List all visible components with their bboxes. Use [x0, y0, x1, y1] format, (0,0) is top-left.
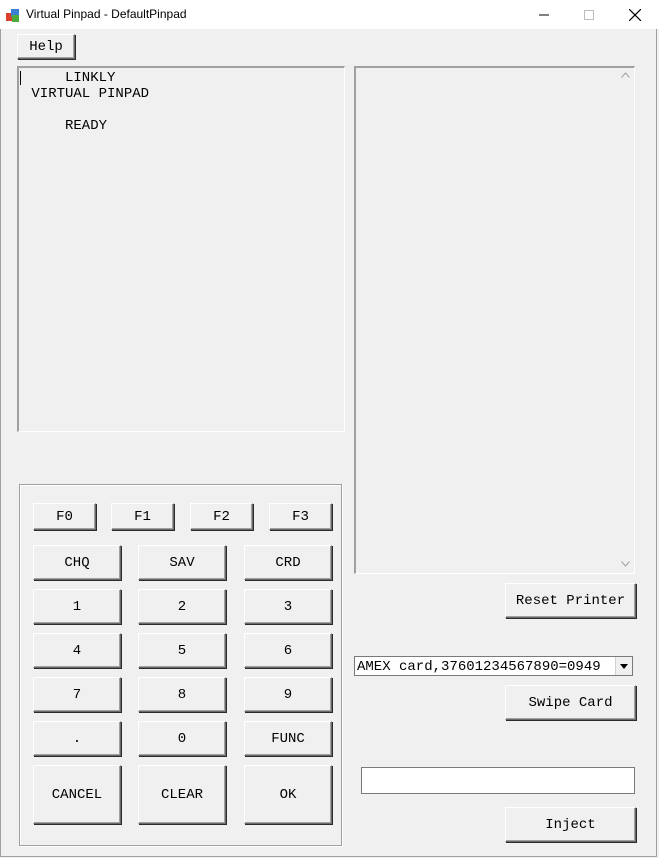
help-button[interactable]: Help: [17, 34, 75, 59]
close-button[interactable]: [612, 0, 658, 29]
minimize-icon: [539, 14, 549, 15]
printer-scrollbar[interactable]: [617, 68, 634, 573]
scroll-down-icon[interactable]: [621, 561, 630, 567]
reset-printer-button[interactable]: Reset Printer: [505, 583, 636, 618]
chq-key[interactable]: CHQ: [33, 545, 121, 580]
digit-9-key[interactable]: 9: [244, 677, 332, 712]
f2-key[interactable]: F2: [190, 503, 253, 530]
digit-0-key[interactable]: 0: [138, 721, 226, 756]
maximize-icon: [584, 9, 594, 20]
digit-2-key[interactable]: 2: [138, 589, 226, 624]
f0-key[interactable]: F0: [33, 503, 96, 530]
scroll-up-icon[interactable]: [621, 72, 630, 78]
sav-key[interactable]: SAV: [138, 545, 226, 580]
pinpad-display[interactable]: LINKLY VIRTUAL PINPAD READY: [17, 66, 345, 432]
printer-output[interactable]: [354, 66, 635, 574]
digit-1-key[interactable]: 1: [33, 589, 121, 624]
digit-4-key[interactable]: 4: [33, 633, 121, 668]
dropdown-button[interactable]: [615, 657, 632, 675]
display-text: LINKLY VIRTUAL PINPAD READY: [31, 70, 150, 134]
clear-key[interactable]: CLEAR: [138, 765, 226, 824]
maximize-button[interactable]: [566, 0, 612, 29]
chevron-down-icon: [620, 663, 628, 669]
text-caret: [20, 71, 21, 85]
f3-key[interactable]: F3: [269, 503, 332, 530]
decimal-key[interactable]: .: [33, 721, 121, 756]
inject-button[interactable]: Inject: [505, 807, 636, 842]
window-title: Virtual Pinpad - DefaultPinpad: [26, 7, 187, 21]
digit-3-key[interactable]: 3: [244, 589, 332, 624]
func-key[interactable]: FUNC: [244, 721, 332, 756]
card-select[interactable]: AMEX card,37601234567890=0949: [354, 656, 633, 676]
crd-key[interactable]: CRD: [244, 545, 332, 580]
title-bar: Virtual Pinpad - DefaultPinpad: [0, 0, 659, 29]
swipe-card-button[interactable]: Swipe Card: [505, 685, 636, 720]
digit-6-key[interactable]: 6: [244, 633, 332, 668]
f1-key[interactable]: F1: [111, 503, 174, 530]
cancel-key[interactable]: CANCEL: [33, 765, 121, 824]
minimize-button[interactable]: [521, 0, 567, 29]
digit-8-key[interactable]: 8: [138, 677, 226, 712]
card-select-value: AMEX card,37601234567890=0949: [357, 659, 601, 675]
app-icon: [6, 9, 19, 22]
digit-5-key[interactable]: 5: [138, 633, 226, 668]
ok-key[interactable]: OK: [244, 765, 332, 824]
inject-input[interactable]: [361, 767, 635, 794]
digit-7-key[interactable]: 7: [33, 677, 121, 712]
close-icon: [629, 8, 641, 21]
